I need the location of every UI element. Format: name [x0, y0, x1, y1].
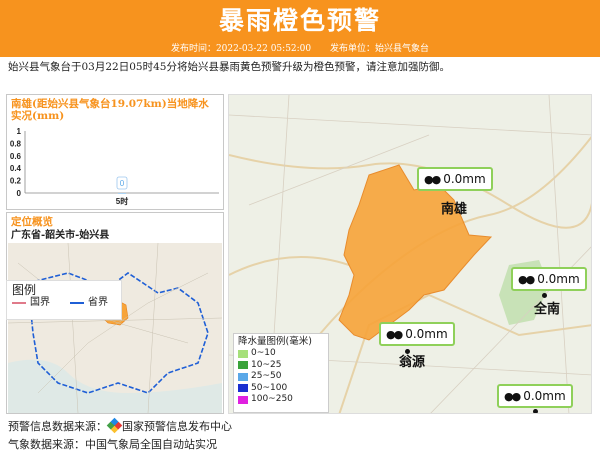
rainfall-legend-item: 25~50 [238, 371, 324, 383]
rainfall-legend-item: 50~100 [238, 383, 324, 395]
city-name: 全南 [534, 302, 561, 317]
rainfall-legend-item: 10~25 [238, 360, 324, 372]
y-tick-label: 0 [17, 189, 22, 198]
city-name: 南雄 [441, 202, 468, 217]
legend-swatch [238, 372, 248, 381]
legend-label-national: 国界 [30, 297, 50, 308]
warning-summary: 始兴县气象台于03月22日05时45分将始兴县暴雨黄色预警升级为橙色预警，请注意… [8, 61, 450, 73]
warning-source-link[interactable]: 国家预警信息发布中心 [122, 420, 232, 433]
legend-label: 50~100 [251, 382, 288, 393]
rainfall-panel-title: 南雄(距始兴县气象台19.07km)当地降水实况(mm) [11, 98, 209, 122]
publish-time: 发布时间：2022-03-22 05:52:00 [170, 44, 312, 54]
raindrop-icon: ●● [386, 327, 403, 341]
rainfall-legend-item: 0~10 [238, 348, 324, 360]
overview-map-graphic [8, 243, 222, 413]
rainfall-legend: 降水量图例(毫米) 0~10 10~25 25~50 50~100 100~25… [233, 333, 329, 413]
y-tick-label: 0.4 [10, 164, 22, 173]
y-tick-label: 0.6 [10, 152, 22, 161]
legend-label: 10~25 [251, 359, 282, 370]
data-label: 0 [120, 179, 125, 188]
station-label-nanxiong[interactable]: ●● 0.0mm [417, 167, 493, 191]
rainfall-legend-title: 降水量图例(毫米) [238, 336, 312, 347]
boundary-legend: 图例 国界 省界 [6, 280, 122, 320]
station-label-quannan[interactable]: ●● 0.0mm [511, 267, 587, 291]
overview-map[interactable] [8, 243, 222, 413]
legend-swatch [238, 349, 248, 358]
rainfall-legend-item: 100~250 [238, 394, 324, 406]
station-label-wengyuan[interactable]: ●● 0.0mm [379, 322, 455, 346]
x-tick-label: 5时 [116, 196, 128, 206]
station-dot [533, 409, 538, 413]
legend-label: 0~10 [251, 348, 276, 358]
legend-label: 25~50 [251, 371, 282, 381]
legend-label: 100~250 [251, 394, 293, 404]
warning-center-logo-icon [106, 417, 123, 434]
raindrop-icon: ●● [504, 389, 521, 403]
publisher: 发布单位：始兴县气象台 [330, 44, 430, 54]
left-column: 南雄(距始兴县气象台19.07km)当地降水实况(mm) 1 0.8 0.6 0.4 0… [6, 94, 224, 414]
meta-bar: 发布时间：2022-03-22 05:52:00 发布单位：始兴县气象台 [0, 41, 600, 57]
boundary-legend-title: 图例 [12, 283, 37, 297]
weather-source: 气象数据来源：中国气象局全国自动站实况 [8, 438, 217, 451]
rainfall-panel: 南雄(距始兴县气象台19.07km)当地降水实况(mm) 1 0.8 0.6 0.4 0… [6, 94, 224, 210]
station-value: 0.0mm [537, 272, 580, 286]
y-tick-label: 0.2 [10, 177, 22, 186]
legend-swatch [238, 395, 248, 404]
national-border-swatch [12, 302, 26, 304]
raindrop-icon: ●● [518, 272, 535, 286]
warning-title: 暴雨橙色预警 [218, 6, 381, 35]
station-value: 0.0mm [405, 327, 448, 341]
legend-swatch [238, 361, 248, 370]
warning-source: 预警信息数据来源： 国家预警信息发布中心 [8, 417, 598, 436]
y-tick-label: 1 [17, 127, 22, 136]
city-name: 翁源 [399, 355, 426, 370]
warning-source-label: 预警信息数据来源： [8, 420, 107, 433]
bar [118, 193, 126, 194]
station-label-southeast[interactable]: ●● 0.0mm [497, 384, 573, 408]
province-border-swatch [70, 302, 84, 304]
station-value: 0.0mm [523, 389, 566, 403]
legend-label-province: 省界 [88, 297, 108, 308]
legend-swatch [238, 384, 248, 393]
location-region: 广东省-韶关市-始兴县 [11, 230, 110, 241]
y-tick-label: 0.8 [10, 139, 22, 148]
footer: 预警信息数据来源： 国家预警信息发布中心 气象数据来源：中国气象局全国自动站实况 [8, 417, 598, 454]
raindrop-icon: ●● [424, 172, 441, 186]
location-panel-title: 定位概览 [11, 216, 53, 228]
station-value: 0.0mm [443, 172, 486, 186]
legend-item-national: 国界 省界 [12, 297, 116, 309]
rainfall-chart: 1 0.8 0.6 0.4 0.2 0 5时 0 [10, 127, 219, 206]
